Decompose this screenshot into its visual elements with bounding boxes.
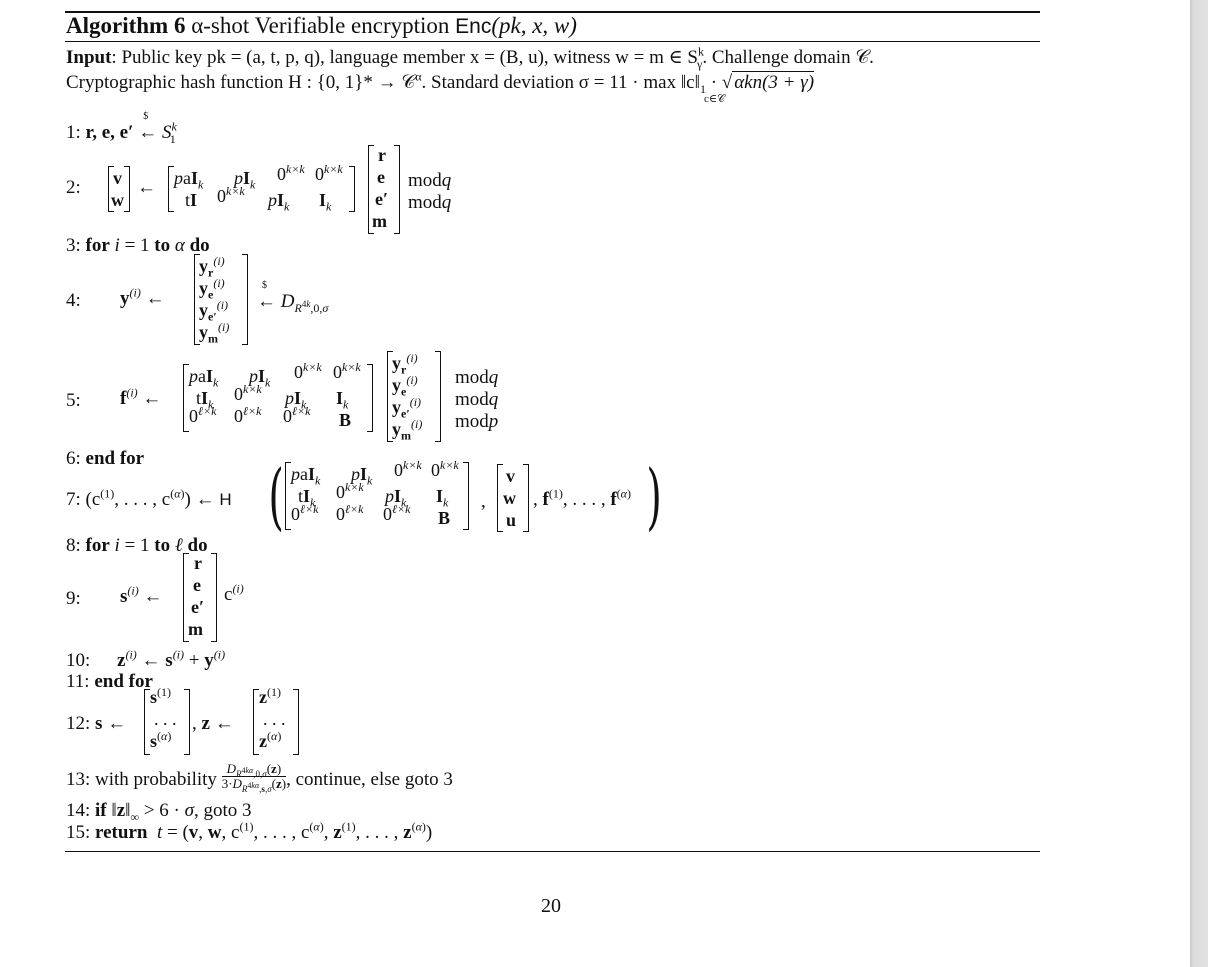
step-13: 13: with probability DR4kα,0,σ(z) 3·DR4k… bbox=[66, 761, 453, 794]
step-9-vector: r e e′ m bbox=[183, 553, 217, 642]
step-7-matrix: paIk pIk 0k×k 0k×k tIk 0k×k pIk Ik 0ℓ×k … bbox=[285, 459, 469, 530]
step-7-lhs: 7: (c(1), . . . , c(α)) ← H bbox=[66, 486, 232, 510]
step-12-z-vector: z(1) . . . z(α) bbox=[253, 686, 299, 755]
step-6: 6: end for bbox=[66, 448, 145, 469]
step-9-number: 9: bbox=[66, 588, 81, 609]
step-5-matrix: paIk pIk 0k×k 0k×k tIk 0k×k pIk Ik 0ℓ×k … bbox=[183, 361, 373, 432]
bottom-rule bbox=[65, 851, 1040, 852]
step-5-mod-3: modp bbox=[455, 411, 499, 432]
step-2-mod-1: modq bbox=[408, 170, 452, 191]
step-2-lhs-vector: v w bbox=[108, 166, 130, 212]
probability-fraction: DR4kα,0,σ(z) 3·DR4kα,s,σ(z) bbox=[221, 761, 287, 794]
title-rule bbox=[65, 41, 1040, 42]
sqrt-term: αkn(3 + γ) bbox=[732, 71, 815, 93]
step-2-number: 2: bbox=[66, 177, 81, 198]
input-text-1: : Public key pk = (a, t, p, q), language… bbox=[111, 47, 698, 68]
step-7-comma: , bbox=[481, 491, 486, 512]
step-2-matrix: paIk pIk 0k×k 0k×k tI 0k×k pIk Ik bbox=[168, 163, 355, 213]
input-line-2: Cryptographic hash function H : {0, 1}* … bbox=[66, 69, 815, 96]
step-5-vector: yr(i) ye(i) ye′(i) ym(i) bbox=[387, 351, 441, 442]
step-9-lhs: s(i) ← bbox=[120, 583, 163, 607]
vertical-scrollbar[interactable] bbox=[1190, 0, 1208, 967]
step-2-vector: r e e′ m bbox=[368, 145, 400, 234]
step-2-mod-2: modq bbox=[408, 192, 452, 213]
algorithm-title-text: α-shot Verifiable encryption bbox=[191, 13, 450, 38]
step-12-mid: , z ← bbox=[192, 713, 234, 734]
step-1: 1: r, e, e′ ← $ Sk1 bbox=[66, 111, 177, 146]
algorithm-args: (pk, x, w) bbox=[491, 13, 577, 38]
step-4-rhs: ← $ DR4k,0,σ bbox=[257, 280, 329, 315]
step-5-number: 5: bbox=[66, 390, 81, 411]
step-5-lhs: f(i) ← bbox=[120, 385, 162, 409]
input-label: Input bbox=[66, 47, 112, 68]
step-10: 10: z(i) ← s(i) + y(i) bbox=[66, 647, 226, 671]
input-text-2-mid: . Standard deviation σ = 11 · max ‖c‖ bbox=[421, 72, 700, 93]
step-7-tail: , f(1), . . . , f(α) bbox=[533, 486, 631, 510]
step-11: 11: end for bbox=[66, 671, 153, 692]
algorithm-label: Algorithm 6 bbox=[66, 13, 186, 38]
step-7-left-paren: ( bbox=[268, 454, 284, 538]
input-line-1: Input: Public key pk = (a, t, p, q), lan… bbox=[66, 44, 874, 71]
step-4-vector: yr(i) ye(i) ye′(i) ym(i) bbox=[194, 254, 248, 345]
step-3: 3: for i = 1 to α do bbox=[66, 235, 210, 256]
step-15: 15: return t = (v, w, c(1), . . . , c(α)… bbox=[66, 819, 433, 843]
step-7-vector: v w u bbox=[497, 464, 529, 532]
algorithm-title: Algorithm 6 α-shot Verifiable encryption… bbox=[66, 13, 577, 39]
step-14: 14: if ‖z‖∞ > 6 · σ, goto 3 bbox=[66, 800, 252, 824]
step-4-lhs: y(i) ← bbox=[120, 285, 165, 309]
step-12-s-vector: s(1) . . . s(α) bbox=[144, 686, 190, 755]
input-text-1-end: . Challenge domain 𝒞. bbox=[702, 47, 874, 68]
step-9-rhs: c(i) bbox=[224, 581, 244, 605]
step-5-mod-1: modq bbox=[455, 367, 499, 388]
max-subscript: c∈𝒞 bbox=[704, 93, 726, 105]
step-12-lhs: 12: s ← bbox=[66, 713, 127, 734]
input-text-2: Cryptographic hash function H : {0, 1}* … bbox=[66, 72, 416, 93]
step-5-mod-2: modq bbox=[455, 389, 499, 410]
page-number: 20 bbox=[541, 895, 561, 917]
arrow-2: ← bbox=[137, 177, 156, 198]
step-7-right-paren: ) bbox=[646, 454, 662, 538]
step-4-number: 4: bbox=[66, 290, 81, 311]
algorithm-func: Enc bbox=[455, 15, 492, 38]
